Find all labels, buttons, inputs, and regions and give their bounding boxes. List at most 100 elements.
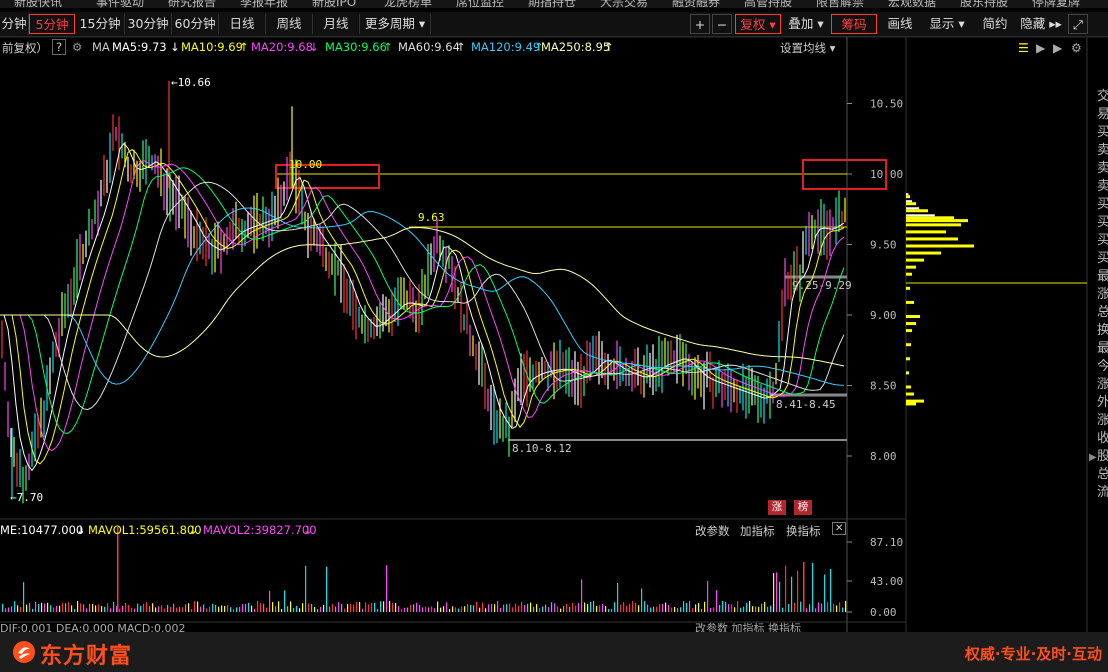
volume-bar — [8, 607, 10, 612]
side-panel-char: 最 — [1097, 269, 1108, 284]
volume-bar — [500, 607, 502, 612]
volume-bar — [839, 602, 841, 612]
volume-bar — [482, 602, 484, 612]
volume-bar — [605, 606, 607, 612]
add-indicator-button[interactable]: 加指标 — [740, 523, 775, 539]
volume-bar — [281, 609, 283, 612]
volume-bar — [128, 604, 130, 612]
volume-bar — [320, 606, 322, 612]
volume-bar — [728, 604, 730, 612]
volume-bar — [179, 607, 181, 612]
chip-bar — [906, 209, 928, 213]
volume-bar — [713, 607, 715, 612]
play-icon[interactable]: ▶ — [1036, 41, 1046, 55]
volume-bar — [62, 603, 64, 612]
volume-bar — [44, 603, 46, 612]
volume-bar — [230, 607, 232, 612]
volume-bar — [485, 608, 487, 612]
chip-bar — [906, 195, 910, 199]
chip-bar — [906, 244, 974, 248]
mavol2-value: MAVOL2:39827.700 — [203, 523, 317, 537]
volume-bar — [494, 604, 496, 612]
volume-bar — [275, 606, 277, 612]
volume-bar — [380, 601, 382, 612]
volume-bar — [602, 603, 604, 612]
volume-bar — [284, 590, 286, 612]
volume-bar — [164, 608, 166, 612]
volume-bar — [302, 603, 304, 612]
volume-bar — [98, 604, 100, 612]
volume-bar — [329, 606, 331, 612]
chip-bar — [906, 230, 946, 234]
volume-bar — [92, 604, 94, 612]
change-params-button[interactable]: 改参数 — [695, 523, 730, 539]
volume-bar — [734, 607, 736, 612]
volume-bar — [791, 576, 793, 612]
close-icon[interactable]: ✕ — [832, 522, 847, 535]
volume-bar — [488, 604, 490, 612]
price-tick-label: 9.00 — [870, 309, 897, 322]
limit-up-tag[interactable]: 涨 — [768, 500, 786, 515]
switch-indicator-button[interactable]: 换指标 — [786, 523, 821, 539]
volume-bar — [542, 606, 544, 612]
collapse-arrow-icon[interactable]: ▶ — [1089, 452, 1097, 463]
volume-bar — [512, 607, 514, 612]
chip-bar — [906, 286, 910, 290]
volume-bar — [287, 606, 289, 612]
level-label: 10.00 — [289, 158, 322, 171]
volume-bar — [614, 602, 616, 612]
volume-bar — [353, 604, 355, 612]
volume-bar — [470, 604, 472, 612]
volume-bar — [635, 602, 637, 612]
volume-bar — [671, 607, 673, 612]
level-label: 9.63 — [418, 211, 445, 224]
volume-bar — [794, 602, 796, 612]
side-panel-char: 今 — [1097, 358, 1108, 374]
volume-bar — [440, 607, 442, 612]
volume-bar — [647, 604, 649, 612]
volume-bar — [110, 608, 112, 612]
chip-bar — [906, 371, 909, 375]
volume-bar — [716, 590, 718, 612]
chip-bar — [906, 315, 920, 318]
volume-bar — [533, 606, 535, 612]
volume-bar — [608, 608, 610, 612]
chip-bar — [906, 219, 968, 223]
volume-bar — [638, 605, 640, 612]
volume-bar — [401, 608, 403, 612]
volume-bar — [170, 607, 172, 612]
down-arrow-icon: ↓ — [76, 523, 86, 537]
side-panel-char: 买 — [1097, 251, 1108, 266]
volume-bar — [362, 608, 364, 612]
play-icon[interactable]: ▶ — [1053, 41, 1063, 55]
volume-bar — [314, 606, 316, 612]
chip-bar — [906, 329, 912, 333]
chip-bar — [906, 237, 958, 241]
volume-bar — [548, 607, 550, 612]
chip-bar — [906, 300, 914, 304]
volume-bar — [788, 604, 790, 612]
volume-bar — [584, 602, 586, 612]
dragon-tiger-tag[interactable]: 榜 — [794, 500, 812, 515]
volume-bar — [563, 606, 565, 612]
volume-bar — [389, 600, 391, 612]
volume-bar — [551, 602, 553, 612]
volume-bar — [278, 601, 280, 612]
eastmoney-logo-icon — [13, 641, 35, 663]
volume-bar — [752, 606, 754, 612]
chip-bar — [906, 392, 914, 396]
gear-icon[interactable]: ⚙ — [1071, 41, 1082, 55]
volume-bar — [20, 607, 22, 612]
side-panel-char: 涨 — [1097, 413, 1108, 428]
volume-bar — [578, 603, 580, 612]
volume-tick-label: 0.00 — [870, 606, 897, 619]
price-tick-label: 8.00 — [870, 450, 897, 463]
menu-icon[interactable]: ☰ — [1018, 41, 1029, 55]
volume-bar — [557, 606, 559, 612]
volume-bar — [299, 608, 301, 612]
volume-bar — [422, 607, 424, 612]
macd-controls: 改参数 加指标 换指标 — [695, 621, 801, 632]
volume-bar — [338, 602, 340, 612]
volume-bar — [461, 606, 463, 612]
volume-bar — [629, 603, 631, 612]
